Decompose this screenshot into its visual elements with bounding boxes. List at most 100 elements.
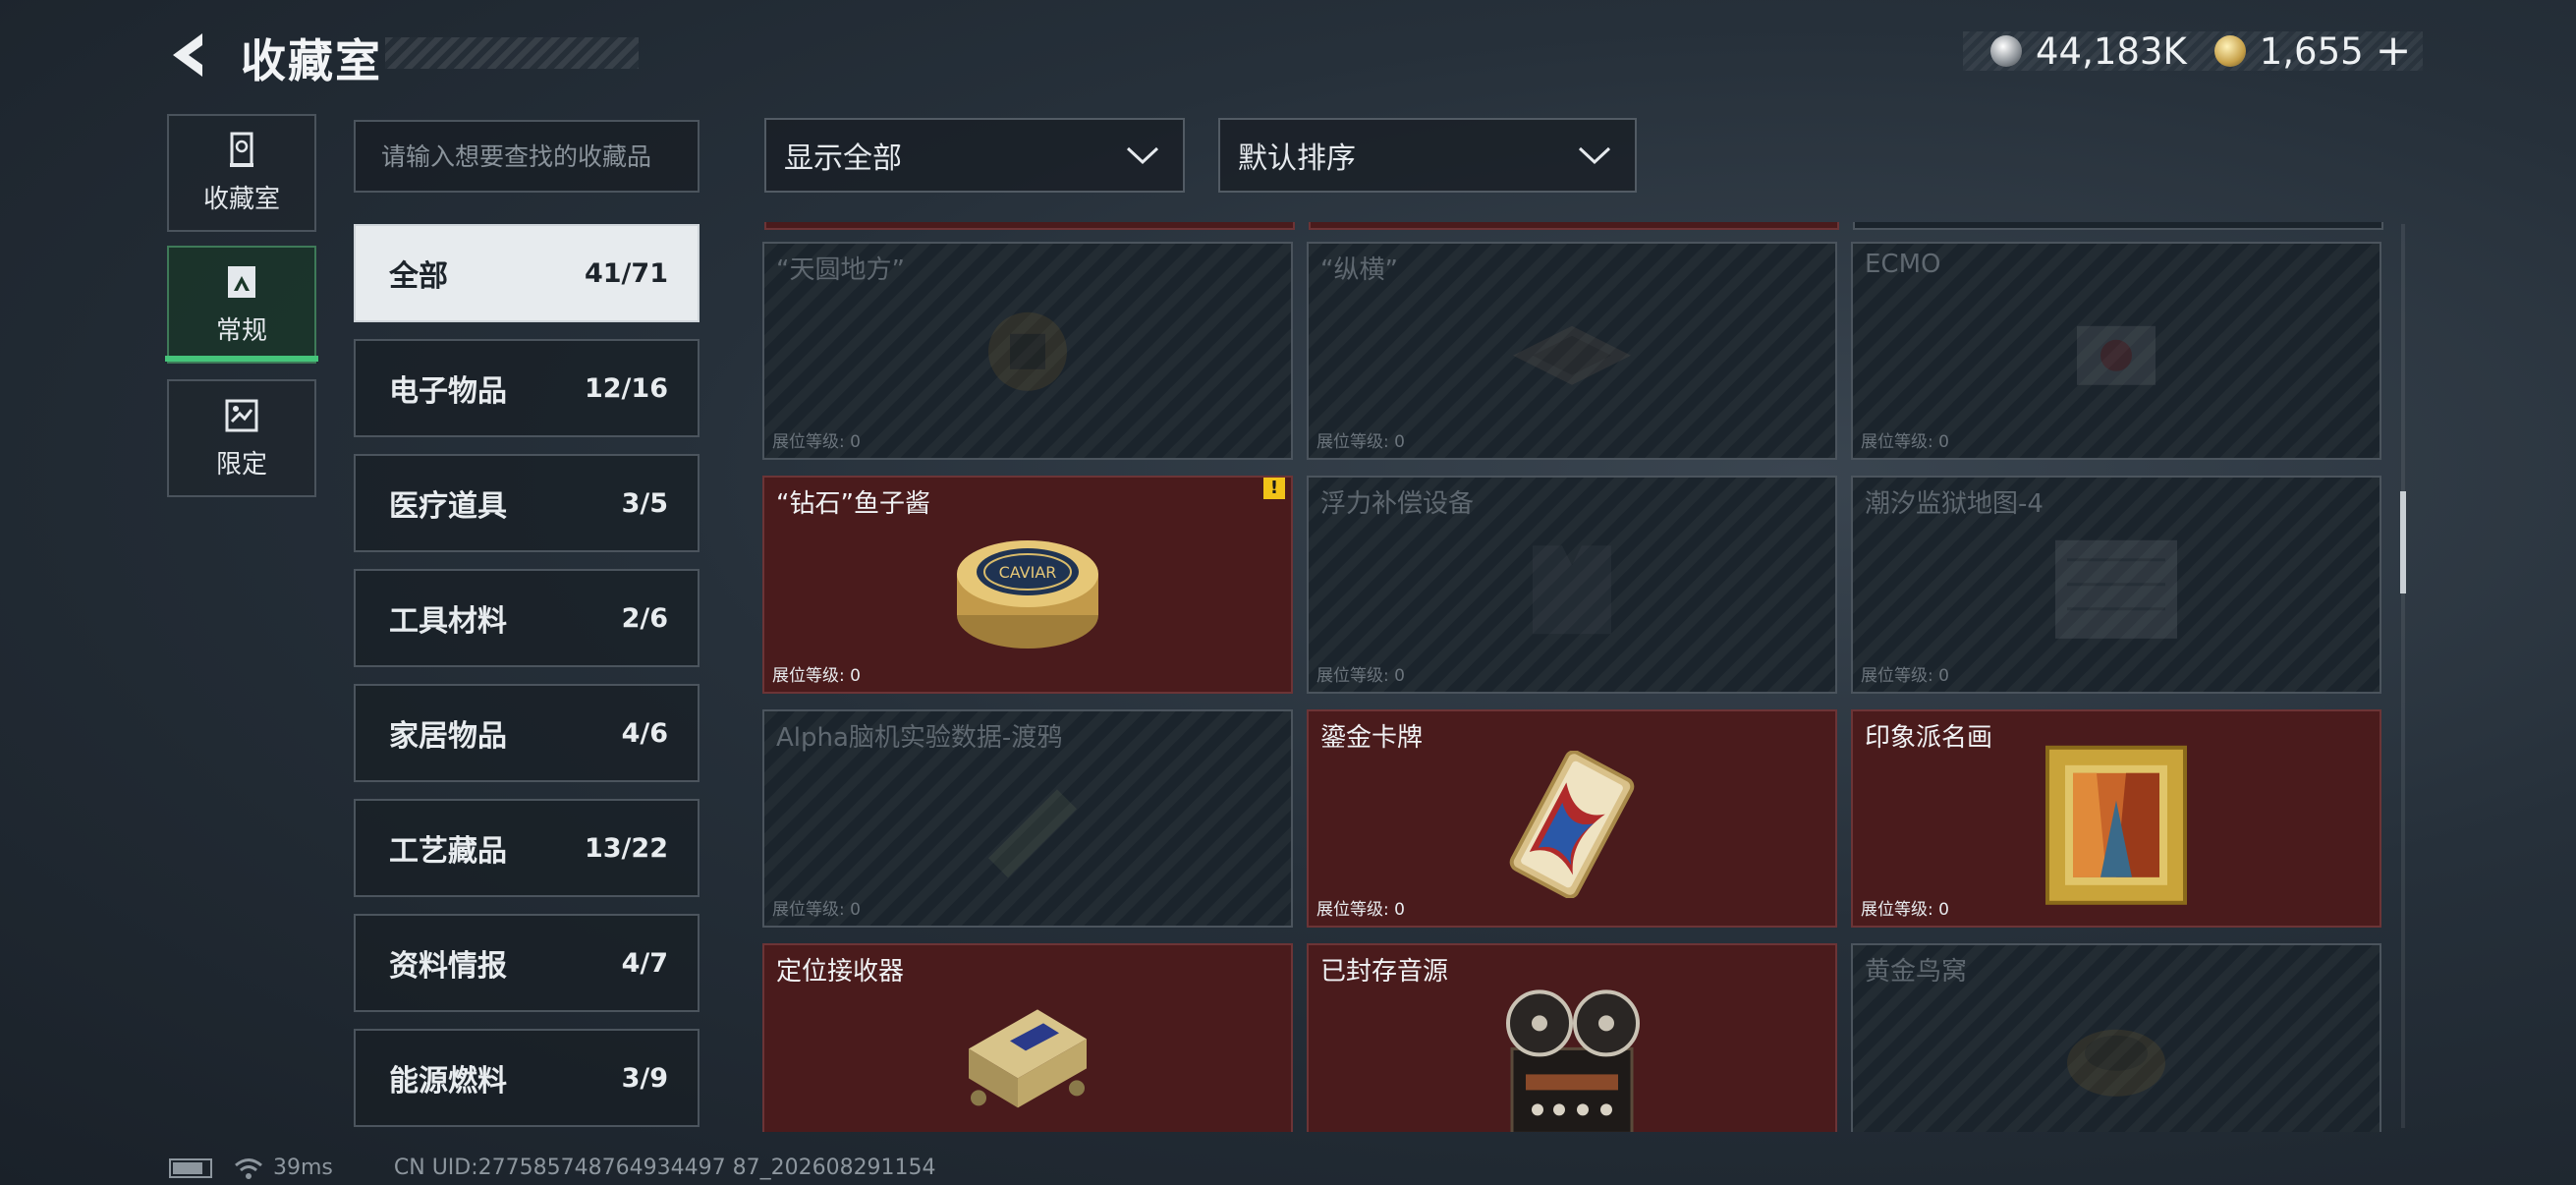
- item-name: 鎏金卡牌: [1320, 723, 1424, 753]
- item-name: 黄金鸟窝: [1865, 957, 1968, 987]
- item-name: 定位接收器: [776, 957, 905, 987]
- category-count: 2/6: [621, 602, 668, 634]
- add-currency-icon[interactable]: +: [2376, 29, 2412, 73]
- category-count: 4/7: [621, 947, 668, 979]
- silver-amount: 44,183K: [2036, 29, 2187, 73]
- category-count: 12/16: [584, 372, 668, 404]
- category-all[interactable]: 全部 41/71: [354, 224, 700, 322]
- ping-value: 39ms: [273, 1156, 333, 1180]
- collection-card[interactable]: CAVIAR “钻石”鱼子酱 ! 展位等级: 0: [762, 476, 1293, 694]
- sort-value: 默认排序: [1238, 141, 1356, 176]
- booth-level: 展位等级: 0: [1861, 432, 1949, 452]
- reel-recorder-icon: [1506, 989, 1640, 1132]
- nav-label: 收藏室: [202, 184, 280, 214]
- booth-level: 展位等级: 0: [1316, 666, 1405, 686]
- collection-card[interactable]: Alpha脑机实验数据-渡鸦 展位等级: 0: [762, 709, 1293, 928]
- page-title: 收藏室: [241, 34, 382, 87]
- item-name: 已封存音源: [1320, 957, 1449, 987]
- category-tools[interactable]: 工具材料 2/6: [354, 569, 700, 667]
- category-fuel[interactable]: 能源燃料 3/9: [354, 1029, 700, 1127]
- item-name: “天圆地方”: [776, 255, 905, 285]
- category-name: 家居物品: [389, 719, 507, 754]
- user-uid: CN UID:277585748764934497 87_20260829115…: [393, 1156, 936, 1180]
- board-game-icon: [1513, 325, 1631, 385]
- item-name: “纵横”: [1320, 255, 1398, 285]
- nav-limited[interactable]: 限定: [167, 379, 316, 497]
- status-footer: 39ms CN UID:277585748764934497 87_202608…: [169, 1156, 936, 1180]
- bird-nest-icon: [2067, 1029, 2165, 1097]
- ecmo-device-icon: [2077, 325, 2156, 385]
- chevron-down-icon: [1578, 146, 1611, 165]
- category-crafts[interactable]: 工艺藏品 13/22: [354, 799, 700, 897]
- booth-level: 展位等级: 0: [1861, 900, 1949, 920]
- active-tab-indicator: [165, 356, 318, 362]
- collection-card[interactable]: 定位接收器: [762, 943, 1293, 1132]
- category-count: 3/9: [621, 1062, 668, 1094]
- limited-icon: [225, 399, 258, 431]
- receiver-icon: [969, 1009, 1087, 1108]
- booth-level: 展位等级: 0: [772, 666, 861, 686]
- category-count: 41/71: [584, 257, 668, 289]
- booth-level: 展位等级: 0: [1861, 666, 1949, 686]
- scrollbar-thumb[interactable]: [2400, 491, 2406, 593]
- nav-collection-room[interactable]: 收藏室: [167, 114, 316, 232]
- nav-label: 限定: [215, 449, 267, 480]
- item-name: Alpha脑机实验数据-渡鸦: [776, 723, 1063, 753]
- filter-value: 显示全部: [784, 141, 902, 176]
- wifi-icon: [235, 1157, 262, 1179]
- nav-regular[interactable]: 常规: [167, 246, 316, 364]
- category-name: 全部: [389, 259, 448, 294]
- silver-coin-icon: [1990, 35, 2022, 67]
- card-partial: [1309, 222, 1839, 230]
- grid-scrollbar[interactable]: [2401, 224, 2405, 1128]
- trophy-case-icon: [230, 132, 253, 167]
- collection-card[interactable]: 印象派名画 展位等级: 0: [1851, 709, 2381, 928]
- item-name: 印象派名画: [1865, 723, 1993, 753]
- category-name: 资料情报: [389, 949, 507, 984]
- item-name: 浮力补偿设备: [1320, 489, 1475, 519]
- booth-level: 展位等级: 0: [772, 432, 861, 452]
- warning-icon[interactable]: !: [1263, 478, 1285, 499]
- category-count: 13/22: [584, 832, 668, 864]
- category-intel[interactable]: 资料情报 4/7: [354, 914, 700, 1012]
- currency-bar: 44,183K 1,655 +: [1963, 29, 2423, 73]
- filter-dropdown[interactable]: 显示全部: [764, 118, 1185, 193]
- category-name: 工艺藏品: [389, 834, 507, 869]
- category-household[interactable]: 家居物品 4/6: [354, 684, 700, 782]
- category-electronics[interactable]: 电子物品 12/16: [354, 339, 700, 437]
- item-name: “钻石”鱼子酱: [776, 489, 930, 519]
- collection-card[interactable]: 黄金鸟窝: [1851, 943, 2381, 1132]
- category-count: 4/6: [621, 717, 668, 749]
- svg-text:CAVIAR: CAVIAR: [999, 563, 1057, 582]
- category-count: 3/5: [621, 487, 668, 519]
- sort-dropdown[interactable]: 默认排序: [1218, 118, 1637, 193]
- collection-card[interactable]: 已封存音源: [1307, 943, 1837, 1132]
- item-name: 潮汐监狱地图-4: [1865, 489, 2044, 519]
- category-name: 电子物品: [389, 374, 507, 409]
- category-name: 能源燃料: [389, 1064, 507, 1099]
- back-arrow-icon[interactable]: [165, 28, 214, 83]
- search-input[interactable]: [354, 120, 700, 193]
- collection-grid[interactable]: “天圆地方” 展位等级: 0 “纵横” 展位等级: 0 ECMO 展位等级: 0…: [762, 222, 2383, 1132]
- category-medical[interactable]: 医疗道具 3/5: [354, 454, 700, 552]
- collection-card[interactable]: ECMO 展位等级: 0: [1851, 242, 2381, 460]
- nav-label: 常规: [215, 315, 267, 346]
- booth-level: 展位等级: 0: [772, 900, 861, 920]
- booth-level: 展位等级: 0: [1316, 432, 1405, 452]
- collection-card[interactable]: “纵横” 展位等级: 0: [1307, 242, 1837, 460]
- item-name: ECMO: [1865, 250, 1941, 279]
- category-name: 医疗道具: [389, 489, 507, 524]
- buoyancy-vest-icon: [1533, 545, 1611, 635]
- gold-coin-icon: [2213, 35, 2246, 67]
- data-drive-icon: [988, 789, 1077, 878]
- painting-icon: [2045, 745, 2187, 905]
- map-icon: [2055, 539, 2177, 639]
- collection-card[interactable]: 潮汐监狱地图-4 展位等级: 0: [1851, 476, 2381, 694]
- collection-card[interactable]: 浮力补偿设备 展位等级: 0: [1307, 476, 1837, 694]
- collection-card[interactable]: 鎏金卡牌 展位等级: 0: [1307, 709, 1837, 928]
- caviar-tin-icon: CAVIAR: [957, 540, 1098, 649]
- title-decoration: [385, 37, 639, 69]
- compass-plate-icon: [988, 311, 1067, 391]
- collection-card[interactable]: “天圆地方” 展位等级: 0: [762, 242, 1293, 460]
- gold-amount: 1,655: [2259, 29, 2364, 73]
